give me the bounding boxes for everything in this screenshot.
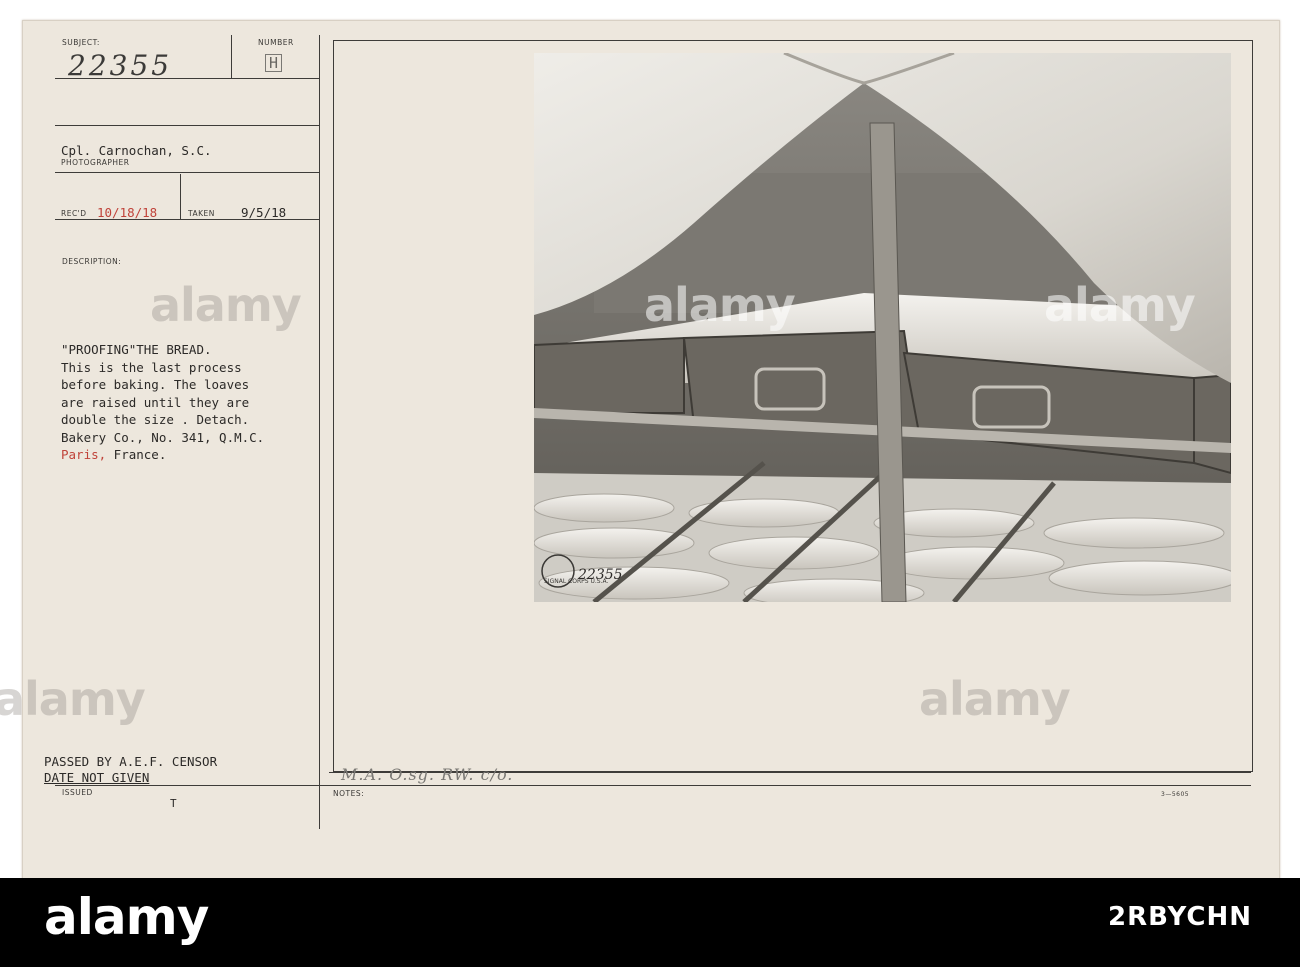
subject-label: SUBJECT: xyxy=(62,38,100,47)
form-number: 3—5605 xyxy=(1161,791,1190,798)
description-line: "PROOFING"THE BREAD. xyxy=(61,342,212,357)
issued-label: ISSUED xyxy=(62,788,93,797)
watermark: alamy xyxy=(1044,278,1196,332)
description-place: Paris, xyxy=(61,447,107,462)
divider xyxy=(231,35,232,79)
recd-label: REC'D xyxy=(61,209,87,218)
issued-mark: T xyxy=(170,797,177,810)
number-label: NUMBER xyxy=(258,38,294,47)
notes-handwriting: M.A. O.sg. RW. c/o. xyxy=(341,765,514,784)
censor-line-2: DATE NOT GIVEN xyxy=(44,770,150,785)
watermark: alamy xyxy=(150,278,302,332)
divider xyxy=(55,785,1251,786)
notes-label: NOTES: xyxy=(333,789,365,798)
censor-line-1: PASSED BY A.E.F. CENSOR xyxy=(44,754,218,769)
watermark: alamy xyxy=(919,672,1071,726)
description-text: "PROOFING"THE BREAD. This is the last pr… xyxy=(61,341,264,464)
divider xyxy=(180,174,181,219)
divider xyxy=(55,172,319,173)
taken-label: TAKEN xyxy=(188,209,215,218)
photographer-name-text: Cpl. Carnochan, S.C. xyxy=(61,143,212,158)
description-label: DESCRIPTION: xyxy=(62,257,122,266)
description-line: are raised until they are xyxy=(61,394,250,410)
column-divider xyxy=(319,35,320,829)
recd-date: 10/18/18 xyxy=(97,205,158,220)
description-line: France. xyxy=(106,447,167,462)
divider xyxy=(55,78,319,79)
alamy-logo: alamy xyxy=(44,888,209,946)
number-value: H xyxy=(265,54,283,72)
watermark: alamy xyxy=(0,672,146,726)
taken-date: 9/5/18 xyxy=(241,205,287,220)
divider xyxy=(55,219,319,220)
description-line: Bakery Co., No. 341, Q.M.C. xyxy=(61,429,265,445)
photo-stamp-number: 22355 xyxy=(577,567,623,583)
watermark: alamy xyxy=(644,278,796,332)
description-line: double the size . Detach. xyxy=(61,412,250,427)
divider xyxy=(55,125,319,126)
description-line: before baking. The loaves xyxy=(61,377,250,392)
photographer-name: Cpl. Carnochan, S.C. xyxy=(61,143,212,158)
photographer-label: PHOTOGRAPHER xyxy=(61,158,130,167)
description-line: This is the last process xyxy=(61,359,242,375)
image-code: 2RBYCHN xyxy=(1107,902,1252,932)
